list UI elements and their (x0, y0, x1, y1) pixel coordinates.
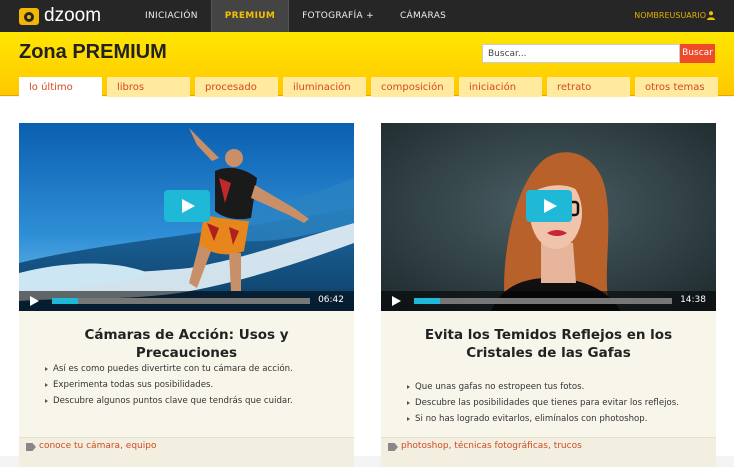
play-icon[interactable] (392, 296, 401, 306)
play-button[interactable] (526, 190, 572, 222)
list-item: Descubre algunos puntos clave que tendrá… (45, 393, 293, 409)
video-controls: 14:38 (381, 291, 716, 311)
card-title[interactable]: Evita los Temidos Reflejos en los Crista… (381, 326, 716, 362)
bullet-list: Que unas gafas no estropeen tus fotos. D… (407, 379, 679, 427)
page-title: Zona PREMIUM (19, 41, 167, 63)
tab-iniciacion[interactable]: iniciación (459, 77, 542, 97)
nav-item-camaras[interactable]: CÁMARAS (387, 0, 459, 32)
video-duration: 14:38 (680, 295, 706, 305)
tab-otros-temas[interactable]: otros temas (635, 77, 718, 97)
list-item: Así es como puedes divertirte con tu cám… (45, 361, 293, 377)
progress-bar[interactable] (52, 298, 310, 304)
tags-row: conoce tu cámara, equipo (19, 437, 354, 467)
video-duration: 06:42 (318, 295, 344, 305)
tag-links[interactable]: photoshop, técnicas fotográficas, trucos (401, 441, 582, 451)
video-card: 14:38 Evita los Temidos Reflejos en los … (381, 123, 716, 467)
tab-procesado[interactable]: procesado (195, 77, 278, 97)
tab-iluminacion[interactable]: iluminación (283, 77, 366, 97)
tab-composicion[interactable]: composición (371, 77, 454, 97)
progress-fill (52, 298, 78, 304)
video-player[interactable]: 14:38 (381, 123, 716, 311)
user-icon[interactable] (707, 11, 715, 20)
tag-icon (388, 443, 398, 451)
list-item: Descubre las posibilidades que tienes pa… (407, 395, 679, 411)
nav-item-iniciacion[interactable]: INICIACIÓN (132, 0, 211, 32)
logo-text: dzoom (44, 5, 102, 26)
tag-icon (26, 443, 36, 451)
video-card: 06:42 Cámaras de Acción: Usos y Precauci… (19, 123, 354, 467)
tab-retrato[interactable]: retrato (547, 77, 630, 97)
category-tabs: lo último libros procesado iluminación c… (19, 77, 723, 97)
card-title[interactable]: Cámaras de Acción: Usos y Precauciones (19, 326, 354, 362)
play-button[interactable] (164, 190, 210, 222)
list-item: Si no has logrado evitarlos, elimínalos … (407, 411, 679, 427)
main-menu: INICIACIÓN PREMIUM FOTOGRAFÍA + CÁMARAS (132, 0, 459, 32)
list-item: Experimenta todas sus posibilidades. (45, 377, 293, 393)
tab-libros[interactable]: libros (107, 77, 190, 97)
tags-row: photoshop, técnicas fotográficas, trucos (381, 437, 716, 467)
progress-fill (414, 298, 440, 304)
list-item: Que unas gafas no estropeen tus fotos. (407, 379, 679, 395)
video-player[interactable]: 06:42 (19, 123, 354, 311)
progress-bar[interactable] (414, 298, 672, 304)
site-logo[interactable]: dzoom (19, 5, 102, 26)
camera-icon (19, 7, 39, 25)
video-controls: 06:42 (19, 291, 354, 311)
search-input[interactable] (482, 44, 680, 63)
search-button[interactable]: Buscar (680, 44, 715, 63)
play-icon[interactable] (30, 296, 39, 306)
user-name[interactable]: NOMBREUSUARIO (634, 11, 706, 20)
nav-item-premium[interactable]: PREMIUM (210, 0, 290, 32)
content-area: 06:42 Cámaras de Acción: Usos y Precauci… (0, 97, 734, 467)
top-navigation-bar: dzoom INICIACIÓN PREMIUM FOTOGRAFÍA + CÁ… (0, 0, 734, 32)
tab-lo-ultimo[interactable]: lo último (19, 77, 102, 97)
nav-item-fotografia[interactable]: FOTOGRAFÍA + (289, 0, 387, 32)
tag-links[interactable]: conoce tu cámara, equipo (39, 441, 156, 451)
bullet-list: Así es como puedes divertirte con tu cám… (45, 361, 293, 409)
